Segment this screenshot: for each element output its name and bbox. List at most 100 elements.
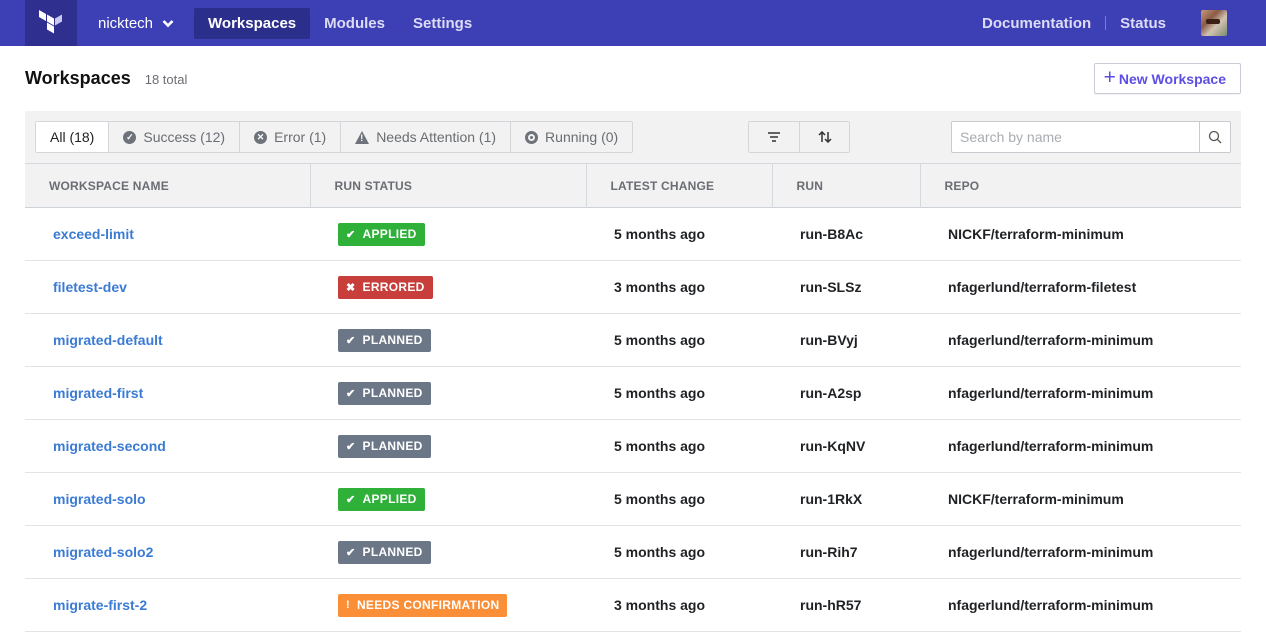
run-id-cell: run-KqNV	[800, 438, 866, 454]
filter-icon	[768, 132, 780, 142]
nav-settings[interactable]: Settings	[399, 8, 486, 39]
workspace-link[interactable]: migrated-first	[53, 385, 143, 401]
new-workspace-button[interactable]: + New Workspace	[1093, 63, 1241, 94]
sort-arrows-icon	[817, 131, 832, 143]
run-id-cell: run-SLSz	[800, 279, 862, 295]
workspace-link[interactable]: migrated-second	[53, 438, 166, 454]
run-id-cell: run-Rih7	[800, 544, 858, 560]
run-id-cell: run-1RkX	[800, 491, 863, 507]
workspace-link[interactable]: migrated-default	[53, 332, 163, 348]
filter-error[interactable]: ✕ Error (1)	[239, 122, 340, 152]
org-name: nicktech	[98, 14, 154, 32]
nav-workspaces[interactable]: Workspaces	[194, 7, 311, 39]
page-title: Workspaces	[25, 68, 131, 88]
table-row[interactable]: migrated-solo2 ✔ PLANNED 5 months ago ru…	[25, 526, 1241, 579]
repo-cell: NICKF/terraform-minimum	[948, 226, 1124, 242]
filter-running[interactable]: Running (0)	[510, 122, 632, 152]
table-row[interactable]: migrated-second ✔ PLANNED 5 months ago r…	[25, 420, 1241, 473]
column-header-workspace-name[interactable]: WORKSPACE NAME	[25, 164, 310, 208]
status-icon: ✔	[346, 440, 356, 453]
latest-change-cell: 5 months ago	[614, 385, 706, 401]
filter-success[interactable]: ✓ Success (12)	[108, 122, 239, 152]
workspace-name-cell: migrate-first-2	[25, 579, 310, 632]
search-icon	[1208, 130, 1222, 144]
column-header-run-status[interactable]: RUN STATUS	[309, 163, 586, 208]
repo-cell: nfagerlund/terraform-minimum	[948, 597, 1154, 613]
table-header-row: WORKSPACE NAME RUN STATUS LATEST CHANGE …	[25, 163, 1241, 208]
terraform-logo-icon	[39, 10, 62, 34]
workspace-name-cell: migrated-solo	[25, 473, 310, 526]
user-avatar[interactable]	[1201, 10, 1227, 36]
workspace-count: 18 total	[144, 72, 188, 87]
repo-cell: NICKF/terraform-minimum	[948, 491, 1124, 507]
workspace-link[interactable]: exceed-limit	[53, 226, 134, 242]
terraform-logo[interactable]	[25, 0, 77, 46]
workspace-link[interactable]: filetest-dev	[53, 279, 127, 295]
status-badge: ✔ APPLIED	[338, 487, 425, 511]
workspace-link[interactable]: migrated-solo	[53, 491, 146, 507]
latest-change-cell: 5 months ago	[614, 544, 706, 560]
status-icon: ✔	[346, 546, 356, 559]
run-id-cell: run-hR57	[800, 597, 862, 613]
filter-options-button[interactable]	[749, 122, 799, 152]
workspace-name-cell: migrated-solo2	[25, 526, 310, 579]
run-status-cell: ✔ PLANNED	[310, 526, 586, 579]
column-header-run[interactable]: RUN	[771, 163, 920, 208]
nav-documentation[interactable]: Documentation	[982, 15, 1091, 32]
table-row[interactable]: migrated-default ✔ PLANNED 5 months ago …	[25, 314, 1241, 367]
table-row[interactable]: migrated-solo ✔ APPLIED 5 months ago run…	[25, 473, 1241, 526]
table-row[interactable]: migrated-first ✔ PLANNED 5 months ago ru…	[25, 367, 1241, 420]
search-button[interactable]	[1199, 122, 1230, 152]
status-label: NEEDS CONFIRMATION	[356, 598, 500, 612]
run-id-cell: run-B8Ac	[800, 226, 864, 242]
org-switcher[interactable]: nicktech	[98, 15, 174, 32]
status-badge: ✔ PLANNED	[338, 540, 431, 564]
check-circle-icon: ✓	[123, 130, 137, 144]
filter-running-label: Running (0)	[545, 129, 619, 145]
latest-change-cell: 3 months ago	[614, 279, 706, 295]
filter-error-label: Error (1)	[274, 129, 327, 145]
run-status-cell: ✔ PLANNED	[310, 367, 586, 420]
filter-needs-attention[interactable]: Needs Attention (1)	[340, 122, 510, 152]
status-label: APPLIED	[362, 227, 417, 241]
search-input[interactable]	[952, 122, 1199, 152]
nav-divider	[1105, 16, 1107, 30]
workspaces-table: WORKSPACE NAME RUN STATUS LATEST CHANGE …	[25, 163, 1241, 632]
run-status-cell: ✔ APPLIED	[310, 208, 586, 261]
workspace-link[interactable]: migrate-first-2	[53, 597, 147, 613]
column-header-repo[interactable]: REPO	[919, 163, 1241, 208]
table-row[interactable]: filetest-dev ✖ ERRORED 3 months ago run-…	[25, 261, 1241, 314]
nav-modules[interactable]: Modules	[310, 8, 399, 39]
run-id-cell: run-BVyj	[800, 332, 858, 348]
status-label: PLANNED	[362, 439, 423, 453]
status-label: PLANNED	[362, 386, 423, 400]
latest-change-cell: 5 months ago	[614, 226, 706, 242]
filter-all-label: All (18)	[50, 129, 95, 145]
status-badge: ✔ APPLIED	[338, 222, 425, 246]
table-row[interactable]: migrate-first-2 ! NEEDS CONFIRMATION 3 m…	[25, 579, 1241, 632]
table-row[interactable]: exceed-limit ✔ APPLIED 5 months ago run-…	[25, 208, 1241, 261]
nav-status[interactable]: Status	[1120, 15, 1166, 32]
x-circle-icon: ✕	[254, 130, 268, 144]
run-status-cell: ✔ APPLIED	[310, 473, 586, 526]
status-label: APPLIED	[362, 492, 417, 506]
workspace-name-cell: migrated-second	[25, 420, 310, 473]
status-badge: ✔ PLANNED	[338, 328, 431, 352]
status-icon: ✖	[346, 281, 356, 294]
running-icon	[525, 130, 539, 144]
workspace-name-cell: exceed-limit	[25, 208, 310, 261]
status-label: ERRORED	[362, 280, 425, 294]
status-label: PLANNED	[362, 545, 423, 559]
run-status-cell: ✔ PLANNED	[310, 314, 586, 367]
workspace-name-cell: migrated-first	[25, 367, 310, 420]
filter-all[interactable]: All (18)	[36, 122, 109, 152]
latest-change-cell: 5 months ago	[614, 491, 706, 507]
sort-button[interactable]	[799, 122, 849, 152]
new-workspace-label: New Workspace	[1118, 70, 1226, 87]
latest-change-cell: 5 months ago	[614, 438, 706, 454]
status-badge: ! NEEDS CONFIRMATION	[338, 593, 508, 617]
search-box	[951, 121, 1231, 153]
workspace-link[interactable]: migrated-solo2	[53, 544, 153, 560]
status-icon: ✔	[346, 228, 356, 241]
column-header-latest-change[interactable]: LATEST CHANGE	[585, 163, 772, 208]
